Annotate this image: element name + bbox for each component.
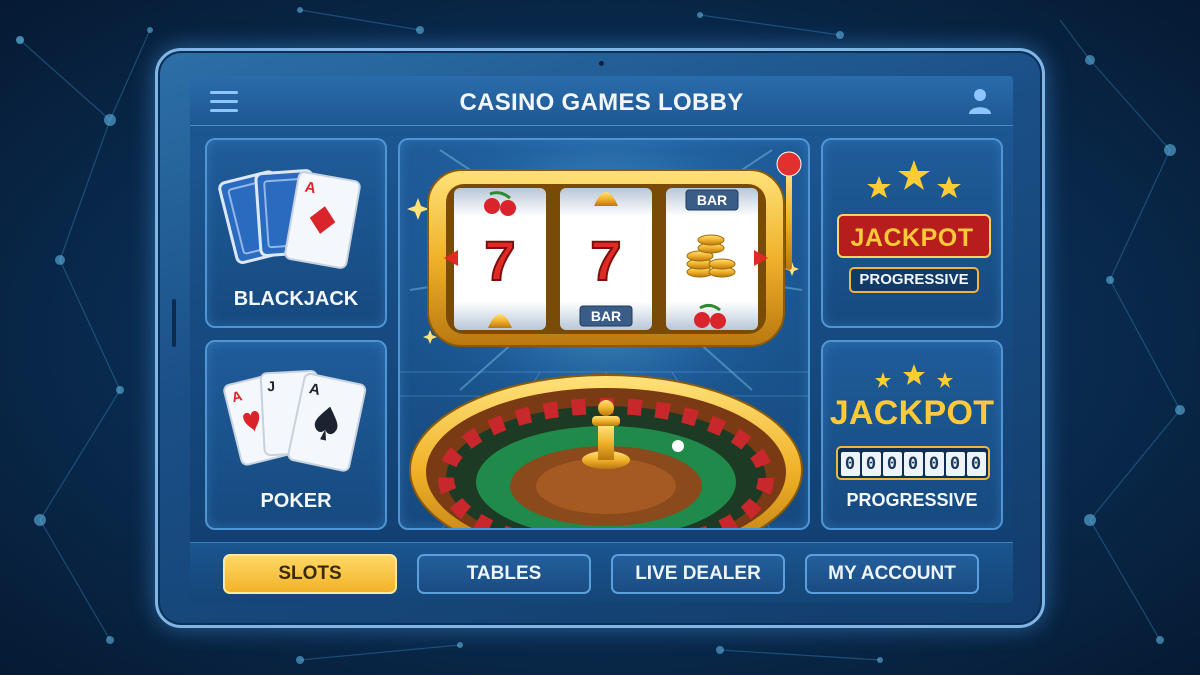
top-bar: CASINO GAMES LOBBY	[190, 76, 1013, 126]
jackpot-digit: 0	[924, 452, 944, 476]
reel-bar-label-1: BAR	[697, 192, 727, 208]
bottom-tab-bar: SLOTS TABLES LIVE DEALER MY ACCOUNT	[190, 542, 1013, 603]
tablet-side-button	[172, 299, 176, 347]
tab-live-dealer[interactable]: LIVE DEALER	[611, 554, 785, 594]
jackpot-counter: 0000000	[836, 446, 990, 480]
jackpot-subtitle-2: PROGRESSIVE	[846, 490, 978, 510]
poker-label: POKER	[260, 490, 332, 512]
blackjack-label: BLACKJACK	[233, 288, 359, 310]
jackpot-digit: 0	[966, 452, 986, 476]
stars-icon	[875, 364, 953, 388]
slot-machine-illustration: 7 7 BAR BAR	[400, 140, 808, 528]
jackpot-title-2: JACKPOT	[829, 394, 995, 432]
game-card-blackjack[interactable]: A BLACKJACK	[205, 138, 387, 328]
reel-bar-label-2: BAR	[591, 308, 621, 324]
page-title: CASINO GAMES LOBBY	[459, 89, 744, 116]
jackpot-digit: 0	[861, 452, 881, 476]
blackjack-cards-icon: A	[218, 169, 361, 269]
poker-cards-icon: A J A	[223, 369, 367, 472]
tab-my-account[interactable]: MY ACCOUNT	[805, 554, 979, 594]
jackpot-digit: 0	[903, 452, 923, 476]
jackpot-subtitle-1: PROGRESSIVE	[849, 267, 979, 293]
jackpot-digit: 0	[882, 452, 902, 476]
jackpot-title-1: JACKPOT	[850, 224, 974, 252]
camera-dot	[599, 61, 604, 66]
jackpot-card-2[interactable]: JACKPOT 0000000 PROGRESSIVE	[821, 340, 1003, 530]
jackpot-digit: 0	[945, 452, 965, 476]
jackpot-digit: 0	[840, 452, 860, 476]
tablet-frame: CASINO GAMES LOBBY A BLACKJACK A J A POK…	[155, 48, 1045, 628]
jackpot-card-1[interactable]: JACKPOT PROGRESSIVE	[821, 138, 1003, 328]
user-profile-icon[interactable]	[967, 87, 993, 115]
svg-text:7: 7	[484, 229, 515, 292]
game-card-poker[interactable]: A J A POKER	[205, 340, 387, 530]
svg-text:J: J	[267, 378, 276, 394]
tab-tables[interactable]: TABLES	[417, 554, 591, 594]
tab-slots[interactable]: SLOTS	[223, 554, 397, 594]
featured-slots-roulette[interactable]: 7 7 BAR BAR	[398, 138, 810, 530]
stars-icon	[867, 160, 961, 198]
lobby-screen: CASINO GAMES LOBBY A BLACKJACK A J A POK…	[190, 76, 1013, 603]
svg-text:7: 7	[590, 229, 621, 292]
